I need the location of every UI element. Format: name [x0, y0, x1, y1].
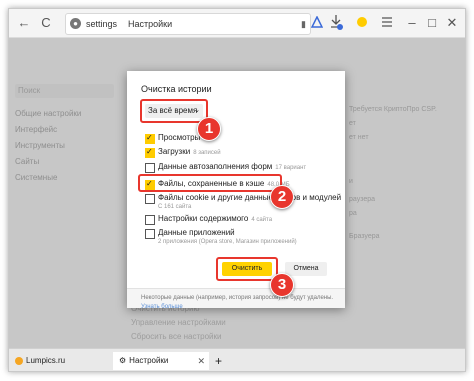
new-tab-button[interactable]: +: [215, 352, 231, 370]
tab-bar: Lumpics.ru ⚙ Настройки ✕ +: [9, 348, 465, 371]
settings-site-icon: ●: [70, 18, 81, 29]
maximize-button[interactable]: □: [423, 14, 441, 32]
menu-icon[interactable]: [381, 17, 393, 27]
option-meta: 8 записей: [193, 150, 221, 156]
dialog-title: Очистка истории: [141, 84, 212, 94]
step-badge-2: 2: [270, 185, 294, 209]
address-bar[interactable]: ● settings Настройки ▮: [65, 13, 311, 35]
chevron-down-icon: ⌄: [194, 107, 200, 114]
back-button[interactable]: ←: [15, 14, 33, 32]
address-host: settings: [86, 19, 118, 29]
option-label: Данные автозаполнения форм: [158, 162, 273, 171]
cancel-button[interactable]: Отмена: [285, 262, 327, 276]
address-title: Настройки: [128, 19, 173, 29]
option-sub: 2 приложения (Opera store, Магазин прило…: [158, 239, 297, 245]
bookmark-icon[interactable]: ▮: [301, 14, 306, 34]
option-label: Данные приложений: [158, 228, 235, 237]
learn-more-link[interactable]: Узнать больше: [141, 298, 183, 316]
toolbar: ← C ● settings Настройки ▮ – □ ✕: [9, 9, 465, 38]
checkbox[interactable]: [145, 215, 155, 225]
download-icon[interactable]: [329, 14, 343, 30]
checkbox[interactable]: [145, 163, 155, 173]
alice-icon[interactable]: [311, 16, 323, 28]
option-meta: 17 вариант: [275, 165, 307, 171]
option-sub: С 161 сайта: [158, 204, 192, 210]
tab-label: Настройки: [129, 356, 169, 365]
protect-icon[interactable]: [357, 17, 367, 27]
step-badge-1: 1: [197, 117, 221, 141]
step-badge-3: 3: [270, 273, 294, 297]
option-label: Файлы cookie и другие данные сайтов и мо…: [158, 193, 342, 202]
period-select[interactable]: За всё время ⌄: [145, 104, 203, 118]
minimize-button[interactable]: –: [403, 14, 421, 32]
tab-settings[interactable]: ⚙ Настройки ✕: [113, 352, 209, 370]
option-label: Настройки содержимого: [158, 214, 249, 223]
period-value: За всё время: [148, 106, 198, 115]
gear-icon: ⚙: [119, 356, 127, 365]
close-tab-icon[interactable]: ✕: [197, 352, 205, 370]
checkbox[interactable]: [145, 194, 155, 204]
checkbox[interactable]: [145, 147, 155, 158]
checkbox[interactable]: [145, 229, 155, 239]
reload-button[interactable]: C: [37, 14, 55, 32]
cache-highlight: [138, 174, 282, 192]
tab-label: Lumpics.ru: [26, 356, 66, 365]
clear-button[interactable]: Очистить: [222, 262, 272, 276]
tab-lumpics[interactable]: Lumpics.ru: [15, 352, 110, 370]
option-meta: 4 сайта: [251, 217, 273, 223]
lumpics-favicon: [15, 356, 23, 365]
checkbox[interactable]: [145, 133, 155, 144]
option-label: Загрузки: [158, 147, 191, 156]
dialog-footer: Некоторые данные (например, история запр…: [127, 288, 345, 310]
close-window-button[interactable]: ✕: [443, 14, 461, 32]
option-label: Просмотры: [158, 133, 201, 142]
